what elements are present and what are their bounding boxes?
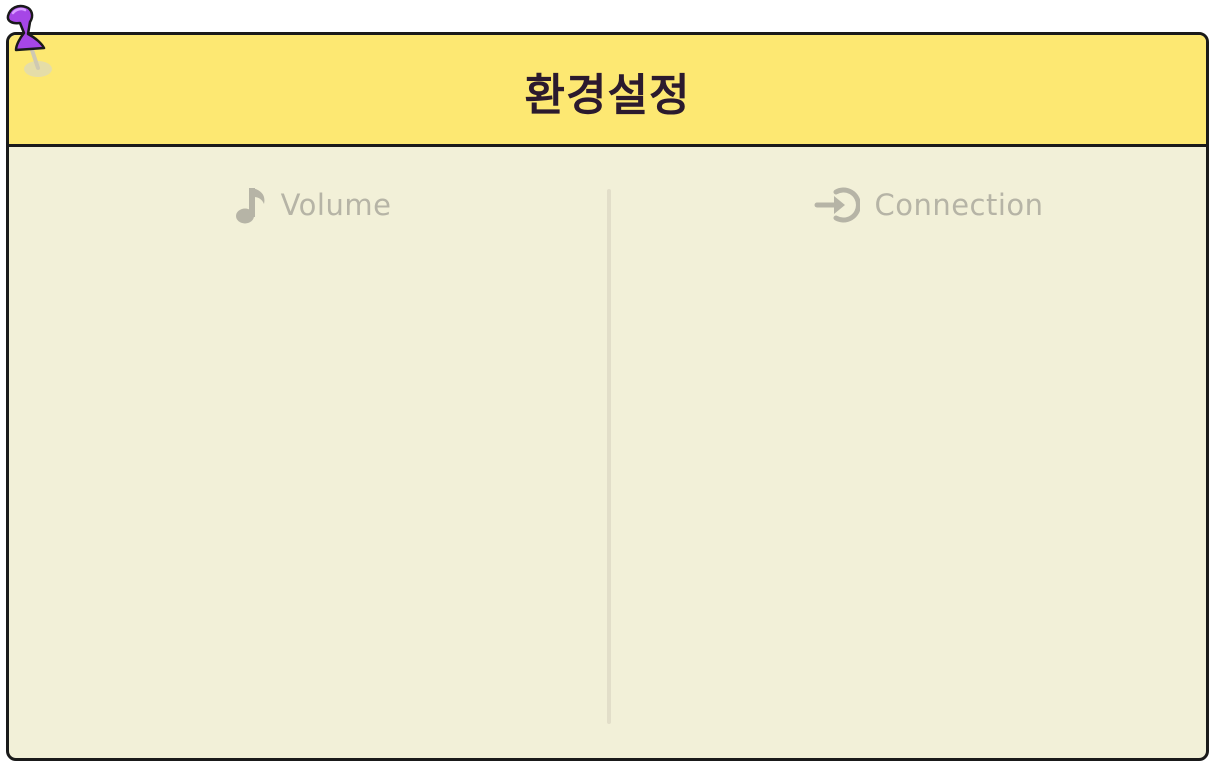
music-note-icon [235,188,265,224]
settings-window: 환경설정 Volume Connection [6,32,1209,761]
connection-panel: Connection [612,147,1206,758]
volume-panel: Volume [9,147,609,758]
window-title: 환경설정 [524,69,691,121]
connection-panel-header[interactable]: Connection [612,185,1206,225]
panel-divider [607,189,611,724]
volume-panel-header[interactable]: Volume [9,185,613,225]
title-bar: 환경설정 [9,35,1206,147]
volume-panel-title: Volume [280,188,392,222]
connection-panel-title: Connection [874,188,1044,222]
settings-body: Volume Connection [9,147,1206,758]
push-pin-icon [6,4,52,77]
sign-in-icon [814,187,861,223]
